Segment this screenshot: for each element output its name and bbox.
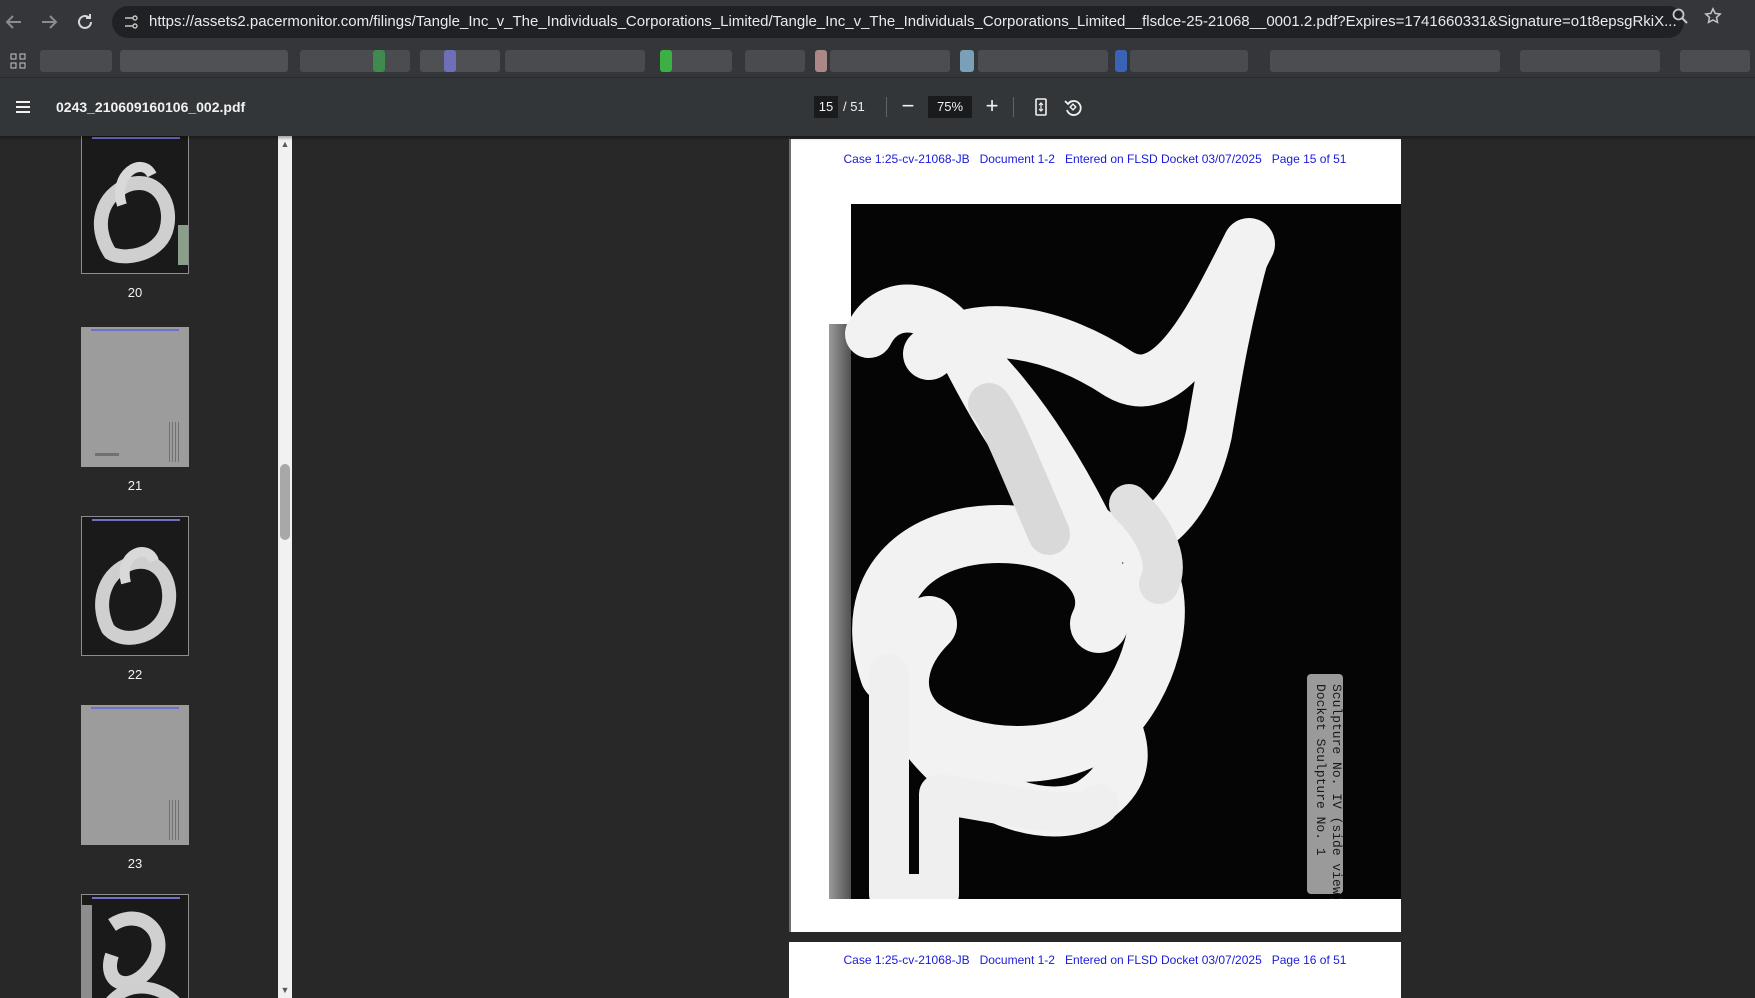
thumbnail-sidebar: 20 21 22 23 (0, 136, 278, 998)
thumbnail-header-line (92, 519, 180, 521)
thumbnail-header-line (92, 137, 180, 139)
pdf-page-16: Case 1:25-cv-21068-JB Document 1-2 Enter… (789, 942, 1401, 998)
file-title: 0243_210609160106_002.pdf (56, 99, 246, 115)
magnifier-icon[interactable] (1671, 7, 1689, 25)
sculpture-thumbnail-icon (95, 547, 177, 645)
court-stamp: Case 1:25-cv-21068-JB Document 1-2 Enter… (843, 953, 1347, 967)
scroll-down-arrow-icon[interactable]: ▼ (278, 984, 292, 996)
bookmark-item[interactable] (40, 50, 112, 72)
page-edge (789, 139, 791, 932)
thumbnail-header-line (91, 707, 179, 709)
pdf-page-15: Case 1:25-cv-21068-JB Document 1-2 Enter… (789, 139, 1401, 932)
zoom-level-input[interactable]: 75% (928, 96, 972, 118)
thumbnail-image[interactable] (81, 136, 189, 274)
browser-top-bar: https://assets2.pacermonitor.com/filings… (0, 0, 1755, 44)
url-text[interactable]: https://assets2.pacermonitor.com/filings… (149, 6, 1755, 38)
bookmark-favicon (1115, 50, 1127, 72)
thumbnail-label: 22 (127, 667, 143, 682)
back-arrow-icon (5, 15, 21, 29)
site-info-icon[interactable] (122, 13, 140, 31)
page-number-input[interactable]: 15 (814, 96, 838, 118)
thumbnail-page-20[interactable]: 20 (81, 136, 189, 300)
sculpture-thumbnail-icon (82, 905, 180, 998)
bookmark-favicon (660, 50, 672, 72)
sculpture-thumbnail-icon (94, 162, 188, 265)
bookmark-item[interactable] (120, 50, 288, 72)
thumbnail-label: 21 (127, 478, 143, 493)
bookmark-item[interactable] (420, 50, 500, 72)
bookmark-item[interactable] (1270, 50, 1500, 72)
thumbnail-page-21[interactable]: 21 (81, 327, 189, 493)
bookmark-item[interactable] (1520, 50, 1660, 72)
pdf-viewer[interactable]: Case 1:25-cv-21068-JB Document 1-2 Enter… (292, 136, 1755, 998)
thumbnail-mark (95, 453, 119, 456)
sidebar-scrollbar[interactable]: ▲ ▼ (278, 136, 292, 998)
reload-icon (78, 14, 92, 29)
thumbnail-page-23[interactable]: 23 (81, 705, 189, 871)
page-total: / 51 (843, 99, 865, 114)
thumbnail-image[interactable] (81, 705, 189, 845)
bookmark-item[interactable] (505, 50, 645, 72)
photo-label-line1: Docket Sculpture No. 1 (1313, 684, 1328, 856)
zoom-out-button[interactable]: − (896, 93, 920, 121)
thumbnail-text-block (169, 422, 181, 462)
rotate-counterclockwise-icon[interactable] (1063, 97, 1083, 117)
thumbnail-image[interactable] (81, 894, 189, 998)
bookmark-favicon (444, 50, 456, 72)
thumbnail-label: 23 (127, 856, 143, 871)
reload-button[interactable] (73, 10, 97, 34)
bookmark-star-icon[interactable] (1704, 7, 1722, 25)
thumbnail-header-line (91, 329, 179, 331)
thumbnail-header-line (92, 897, 180, 899)
fit-to-page-icon[interactable] (1031, 97, 1051, 117)
menu-icon[interactable] (13, 97, 33, 117)
bookmark-favicon (960, 50, 974, 72)
thumbnail-label: 20 (127, 285, 143, 300)
bookmark-item[interactable] (978, 50, 1108, 72)
apps-grid-icon[interactable] (10, 53, 26, 69)
bookmark-item[interactable] (1680, 50, 1750, 72)
address-bar[interactable]: https://assets2.pacermonitor.com/filings… (112, 6, 1684, 38)
thumbnail-text-block (169, 800, 181, 840)
zoom-in-button[interactable]: + (980, 93, 1004, 121)
photo-label-line2: Sculpture No. IV (side view) (1329, 684, 1344, 899)
pdf-toolbar: 0243_210609160106_002.pdf 15 / 51 − 75% … (0, 78, 1755, 136)
bookmark-item[interactable] (1130, 50, 1248, 72)
thumbnail-image[interactable] (81, 516, 189, 656)
thumbnail-page-24[interactable] (81, 894, 189, 998)
toolbar-divider (886, 97, 887, 117)
toolbar-divider (1013, 97, 1014, 117)
thumbnail-image[interactable] (81, 327, 189, 467)
back-button[interactable] (2, 10, 26, 34)
sculpture-photo: Docket Sculpture No. 1 Sculpture No. IV … (829, 204, 1401, 899)
forward-button[interactable] (37, 10, 61, 34)
bookmark-item[interactable] (745, 50, 805, 72)
bookmark-item[interactable] (300, 50, 410, 72)
court-stamp: Case 1:25-cv-21068-JB Document 1-2 Enter… (843, 152, 1347, 166)
thumbnail-page-22[interactable]: 22 (81, 516, 189, 682)
bookmark-favicon (815, 50, 827, 72)
scroll-up-arrow-icon[interactable]: ▲ (278, 138, 292, 150)
scrollbar-thumb[interactable] (280, 464, 290, 540)
bookmark-item[interactable] (830, 50, 950, 72)
bookmark-favicon (373, 50, 385, 72)
forward-arrow-icon (42, 15, 58, 29)
bookmarks-bar (0, 44, 1755, 78)
